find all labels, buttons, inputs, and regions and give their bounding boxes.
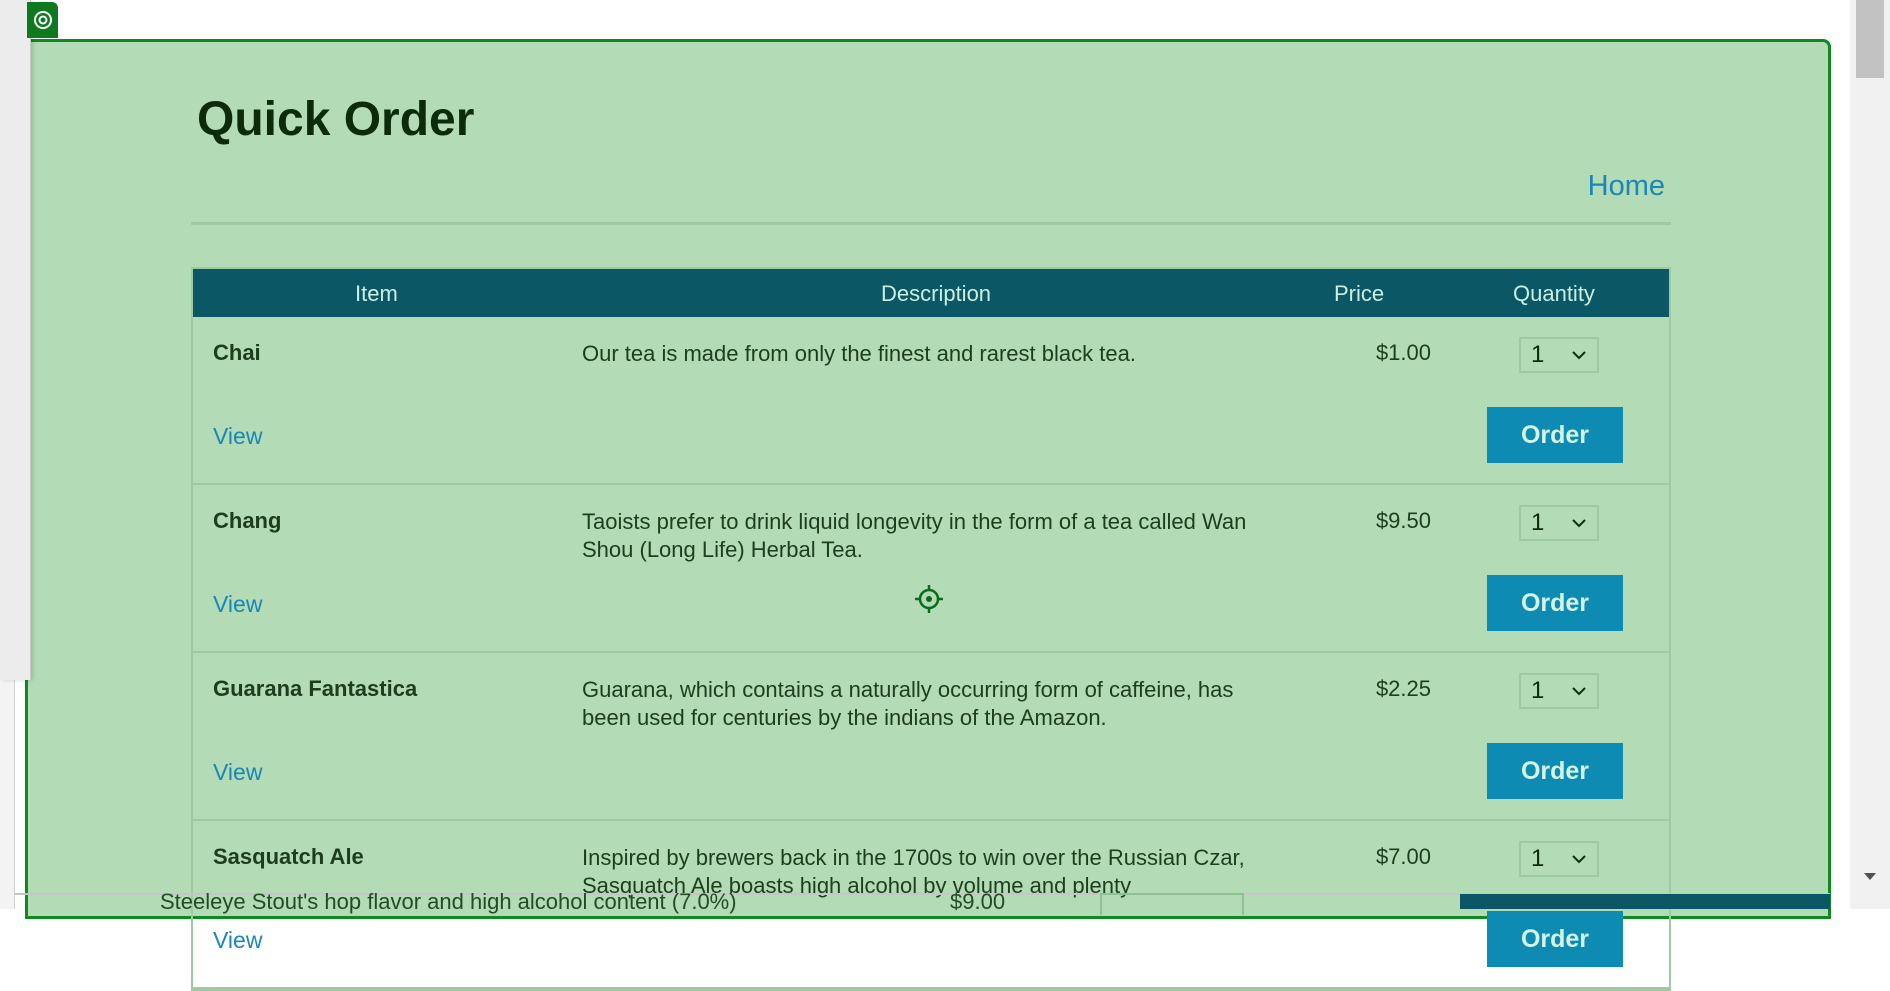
item-description: Our tea is made from only the finest and… [582,341,1136,366]
item-price: $1.00 [1375,340,1431,365]
quantity-select[interactable]: 1 [1519,841,1599,877]
item-price: $7.00 [1375,844,1431,869]
chevron-down-icon [1572,687,1586,696]
home-link[interactable]: Home [1588,170,1665,203]
order-button[interactable]: Order [1487,407,1623,463]
item-name: Chai [213,340,261,365]
scroll-down-arrow-icon[interactable] [1862,868,1878,884]
side-panel [0,0,31,680]
quantity-select[interactable]: 1 [1519,337,1599,373]
side-panel-lower [0,680,15,909]
quantity-value: 1 [1531,845,1545,872]
item-name: Sasquatch Ale [213,844,364,869]
column-header-price: Price [1334,281,1385,306]
view-link[interactable]: View [213,423,262,450]
order-button[interactable]: Order [1487,743,1623,799]
vertical-scrollbar[interactable] [1850,0,1890,909]
item-price: $2.25 [1375,676,1431,701]
overlay-description: Steeleye Stout's hop flavor and high alc… [160,889,737,914]
overlay-quantity-select[interactable] [1100,893,1244,915]
overlay-price: $9.00 [950,889,1006,914]
chevron-down-icon [1572,855,1586,864]
view-link[interactable]: View [213,591,262,618]
column-header-description: Description [881,281,992,306]
order-table: Item Description Price Quantity Chai Our… [191,267,1671,991]
overlay-header-strip [1460,894,1830,909]
table-row: Chang Taoists prefer to drink liquid lon… [193,485,1669,653]
page-title: Quick Order [197,93,475,146]
crosshair-cursor-icon [915,585,943,613]
quick-order-frame: Quick Order Home Item Description Price … [25,39,1831,991]
header-divider [191,222,1671,225]
chevron-down-icon [1572,351,1586,360]
quantity-select[interactable]: 1 [1519,505,1599,541]
table-header: Item Description Price Quantity [193,269,1669,317]
item-name: Chang [213,508,282,533]
order-button[interactable]: Order [1487,575,1623,631]
item-description: Guarana, which contains a naturally occu… [582,677,1234,730]
table-row: Guarana Fantastica Guarana, which contai… [193,653,1669,821]
item-name: Guarana Fantastica [213,676,418,701]
item-price: $9.50 [1375,508,1431,533]
chevron-down-icon [1572,519,1586,528]
quantity-value: 1 [1531,509,1545,536]
quantity-value: 1 [1531,341,1545,368]
column-header-quantity: Quantity [1513,281,1595,306]
scrollbar-thumb[interactable] [1856,0,1884,78]
order-button[interactable]: Order [1487,911,1623,967]
target-icon [33,11,52,29]
table-row: Chai Our tea is made from only the fines… [193,317,1669,485]
quantity-select[interactable]: 1 [1519,673,1599,709]
view-link[interactable]: View [213,927,262,954]
view-link[interactable]: View [213,759,262,786]
column-header-item: Item [355,281,398,306]
item-description: Taoists prefer to drink liquid longevity… [582,509,1247,562]
quantity-value: 1 [1531,677,1545,704]
corner-badge[interactable] [27,2,58,38]
